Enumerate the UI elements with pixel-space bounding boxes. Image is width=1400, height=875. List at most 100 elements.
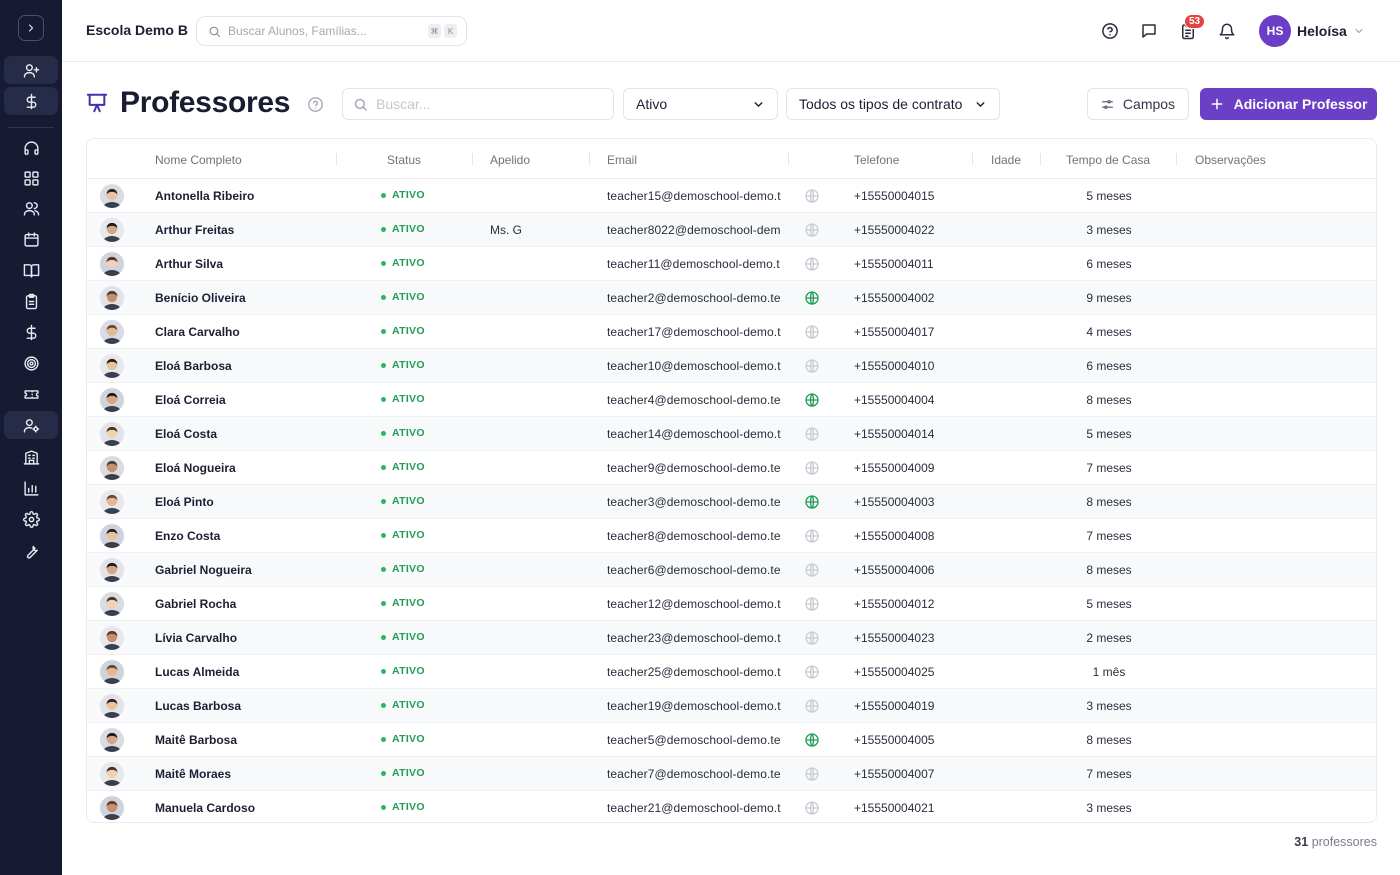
col-full-name[interactable]: Nome Completo (155, 153, 242, 167)
col-nickname[interactable]: Apelido (490, 153, 530, 167)
globe-icon[interactable] (804, 766, 820, 782)
col-status[interactable]: Status (387, 153, 421, 167)
globe-icon[interactable] (804, 596, 820, 612)
teacher-search[interactable] (342, 88, 614, 120)
globe-icon[interactable] (804, 222, 820, 238)
teacher-name[interactable]: Maitê Moraes (155, 767, 325, 781)
globe-icon[interactable] (804, 800, 820, 816)
column-divider[interactable] (336, 153, 337, 165)
globe-icon[interactable] (804, 528, 820, 544)
teacher-name[interactable]: Eloá Barbosa (155, 359, 325, 373)
globe-icon[interactable] (804, 732, 820, 748)
table-row[interactable]: Clara Carvalho ATIVO teacher17@demoschool-… (87, 315, 1376, 349)
globe-icon[interactable] (804, 562, 820, 578)
user-menu-toggle[interactable] (1353, 24, 1365, 42)
teacher-search-input[interactable] (376, 96, 596, 112)
table-row[interactable]: Lucas Barbosa ATIVO teacher19@demoschool-d… (87, 689, 1376, 723)
rail-calendar-button[interactable] (4, 225, 58, 253)
table-row[interactable]: Antonella Ribeiro ATIVO teacher15@demoscho… (87, 179, 1376, 213)
col-tenure[interactable]: Tempo de Casa (1066, 153, 1150, 167)
status-filter-select[interactable]: Ativo (623, 88, 778, 120)
teacher-name[interactable]: Eloá Pinto (155, 495, 325, 509)
table-row[interactable]: Gabriel Nogueira ATIVO teacher6@demoschool… (87, 553, 1376, 587)
teacher-name[interactable]: Clara Carvalho (155, 325, 325, 339)
fields-button[interactable]: Campos (1087, 88, 1189, 120)
table-row[interactable]: Maitê Moraes ATIVO teacher7@demoschool-dem… (87, 757, 1376, 791)
column-divider[interactable] (1176, 153, 1177, 165)
teacher-name[interactable]: Gabriel Rocha (155, 597, 325, 611)
rail-add-user-button[interactable] (4, 56, 58, 84)
teacher-name[interactable]: Benício Oliveira (155, 291, 325, 305)
rail-goals-button[interactable] (4, 349, 58, 377)
teacher-name[interactable]: Lucas Barbosa (155, 699, 325, 713)
table-row[interactable]: Arthur Silva ATIVO teacher11@demoschool-de… (87, 247, 1376, 281)
table-row[interactable]: Eloá Pinto ATIVO teacher3@demoschool-demo.… (87, 485, 1376, 519)
table-row[interactable]: Lucas Almeida ATIVO teacher25@demoschool-d… (87, 655, 1376, 689)
teacher-name[interactable]: Manuela Cardoso (155, 801, 325, 815)
table-row[interactable]: Lívia Carvalho ATIVO teacher23@demoschool-… (87, 621, 1376, 655)
teacher-name[interactable]: Enzo Costa (155, 529, 325, 543)
table-row[interactable]: Eloá Barbosa ATIVO teacher10@demoschool-de… (87, 349, 1376, 383)
table-row[interactable]: Enzo Costa ATIVO teacher8@demoschool-demo.… (87, 519, 1376, 553)
rail-finance-button[interactable] (4, 318, 58, 346)
help-button[interactable] (1099, 20, 1121, 42)
teacher-name[interactable]: Gabriel Nogueira (155, 563, 325, 577)
column-divider[interactable] (788, 153, 789, 165)
rail-school-button[interactable] (4, 443, 58, 471)
rail-settings-button[interactable] (4, 505, 58, 533)
globe-icon[interactable] (804, 630, 820, 646)
teacher-name[interactable]: Antonella Ribeiro (155, 189, 325, 203)
table-row[interactable]: Arthur Freitas ATIVO Ms. G teacher8022@demo… (87, 213, 1376, 247)
teacher-name[interactable]: Arthur Silva (155, 257, 325, 271)
globe-icon[interactable] (804, 188, 820, 204)
table-row[interactable]: Gabriel Rocha ATIVO teacher12@demoschool-d… (87, 587, 1376, 621)
rail-billing-button[interactable] (4, 87, 58, 115)
rail-students-button[interactable] (4, 194, 58, 222)
globe-icon[interactable] (804, 664, 820, 680)
globe-icon[interactable] (804, 494, 820, 510)
globe-icon[interactable] (804, 392, 820, 408)
rail-curriculum-button[interactable] (4, 256, 58, 284)
col-phone[interactable]: Telefone (854, 153, 899, 167)
teacher-name[interactable]: Lívia Carvalho (155, 631, 325, 645)
globe-icon[interactable] (804, 324, 820, 340)
table-row[interactable]: Eloá Costa ATIVO teacher14@demoschool-demo… (87, 417, 1376, 451)
col-notes[interactable]: Observações (1195, 153, 1266, 167)
table-row[interactable]: Maitê Barbosa ATIVO teacher5@demoschool-de… (87, 723, 1376, 757)
add-teacher-button[interactable]: Adicionar Professor (1200, 88, 1377, 120)
rail-tools-button[interactable] (4, 536, 58, 564)
column-divider[interactable] (589, 153, 590, 165)
globe-icon[interactable] (804, 460, 820, 476)
teacher-name[interactable]: Eloá Costa (155, 427, 325, 441)
rail-tickets-button[interactable] (4, 380, 58, 408)
global-search[interactable]: ⌘ K (196, 16, 467, 46)
col-email[interactable]: Email (607, 153, 637, 167)
rail-support-button[interactable] (4, 134, 58, 162)
user-avatar[interactable]: HS (1259, 15, 1291, 47)
globe-icon[interactable] (804, 290, 820, 306)
teacher-name[interactable]: Eloá Nogueira (155, 461, 325, 475)
messages-button[interactable] (1138, 20, 1160, 42)
table-row[interactable]: Manuela Cardoso ATIVO teacher21@demoschool… (87, 791, 1376, 822)
user-name[interactable]: Heloísa (1297, 23, 1347, 39)
table-row[interactable]: Benício Oliveira ATIVO teacher2@demoschool… (87, 281, 1376, 315)
rail-reports-button[interactable] (4, 287, 58, 315)
rail-dashboard-button[interactable] (4, 164, 58, 192)
rail-analytics-button[interactable] (4, 474, 58, 502)
page-help-button[interactable] (307, 96, 324, 118)
teacher-name[interactable]: Maitê Barbosa (155, 733, 325, 747)
contract-type-filter-select[interactable]: Todos os tipos de contrato (786, 88, 1000, 120)
globe-icon[interactable] (804, 256, 820, 272)
teacher-name[interactable]: Arthur Freitas (155, 223, 325, 237)
expand-sidebar-button[interactable] (18, 15, 44, 41)
table-row[interactable]: Eloá Nogueira ATIVO teacher9@demoschool-de… (87, 451, 1376, 485)
teacher-name[interactable]: Eloá Correia (155, 393, 325, 407)
column-divider[interactable] (472, 153, 473, 165)
column-divider[interactable] (972, 153, 973, 165)
column-divider[interactable] (1040, 153, 1041, 165)
global-search-input[interactable] (228, 24, 418, 38)
globe-icon[interactable] (804, 698, 820, 714)
col-age[interactable]: Idade (991, 153, 1021, 167)
table-row[interactable]: Eloá Correia ATIVO teacher4@demoschool-dem… (87, 383, 1376, 417)
rail-teachers-button[interactable] (4, 411, 58, 439)
